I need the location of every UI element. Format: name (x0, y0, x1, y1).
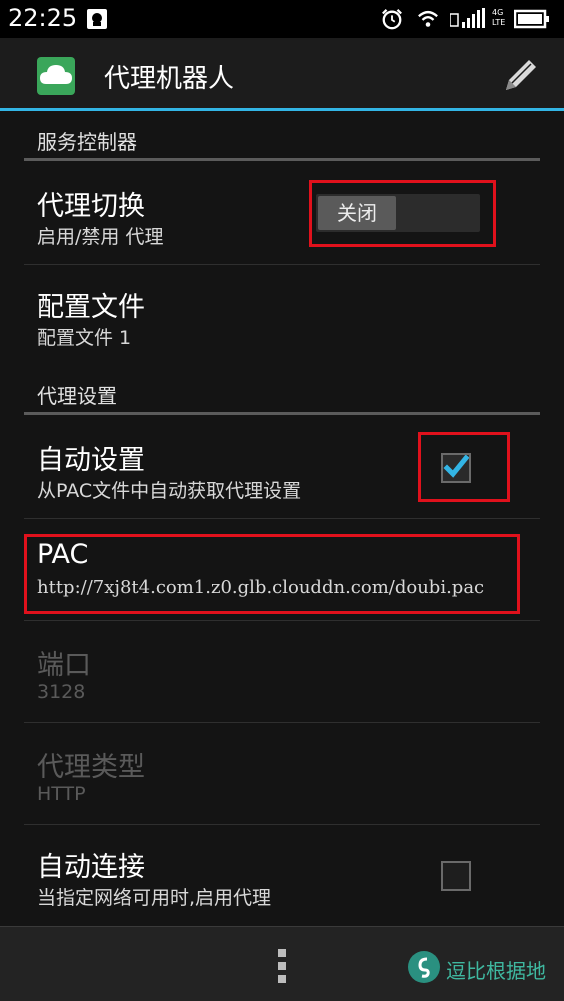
app-logo[interactable] (37, 57, 75, 95)
pref-title: 配置文件 (37, 292, 145, 323)
battery-icon (514, 9, 549, 29)
pencil-icon (506, 60, 536, 90)
pref-title: 端口 (37, 650, 91, 681)
auto-connect-checkbox[interactable] (441, 861, 471, 891)
pref-summary: 3128 (37, 681, 86, 703)
pref-proxy-type: 代理类型 HTTP (0, 723, 564, 823)
alarm-icon (382, 9, 402, 30)
pref-title: 代理类型 (37, 752, 145, 783)
section-divider (24, 412, 540, 415)
pref-title: 自动连接 (37, 852, 145, 883)
cloud-icon (40, 65, 72, 84)
action-bar: 代理机器人 (0, 38, 564, 111)
overflow-menu-icon[interactable] (276, 949, 288, 983)
app-title: 代理机器人 (104, 64, 235, 94)
navigation-bar: 逗比根据地 (0, 926, 564, 1001)
pref-summary: 配置文件 1 (37, 327, 132, 349)
pref-port: 端口 3128 (0, 621, 564, 721)
pref-auto-connect[interactable]: 自动连接 当指定网络可用时,启用代理 (0, 825, 564, 925)
network-type: 4G LTE (492, 8, 506, 27)
signal-icon (450, 8, 485, 28)
highlight-box (309, 180, 496, 247)
section-divider (24, 158, 540, 161)
status-bar: 22:25 4G LTE (0, 0, 564, 38)
pref-summary: 启用/禁用 代理 (37, 226, 164, 248)
status-time: 22:25 (8, 4, 78, 32)
wifi-icon (418, 10, 438, 27)
watermark-logo-icon (408, 951, 440, 983)
pref-summary: 当指定网络可用时,启用代理 (37, 887, 272, 909)
pref-profile[interactable]: 配置文件 配置文件 1 (0, 265, 564, 365)
edit-button[interactable] (496, 52, 544, 100)
pref-summary: HTTP (37, 783, 86, 805)
highlight-box (418, 432, 510, 502)
notification-icon (87, 9, 107, 29)
section-header-service: 服务控制器 (37, 130, 137, 154)
pref-summary: 从PAC文件中自动获取代理设置 (37, 480, 302, 502)
pref-title: 自动设置 (37, 445, 145, 476)
watermark-text: 逗比根据地 (446, 959, 546, 983)
pref-title: 代理切换 (37, 191, 145, 222)
highlight-box (24, 534, 520, 614)
section-header-proxy: 代理设置 (37, 384, 117, 408)
